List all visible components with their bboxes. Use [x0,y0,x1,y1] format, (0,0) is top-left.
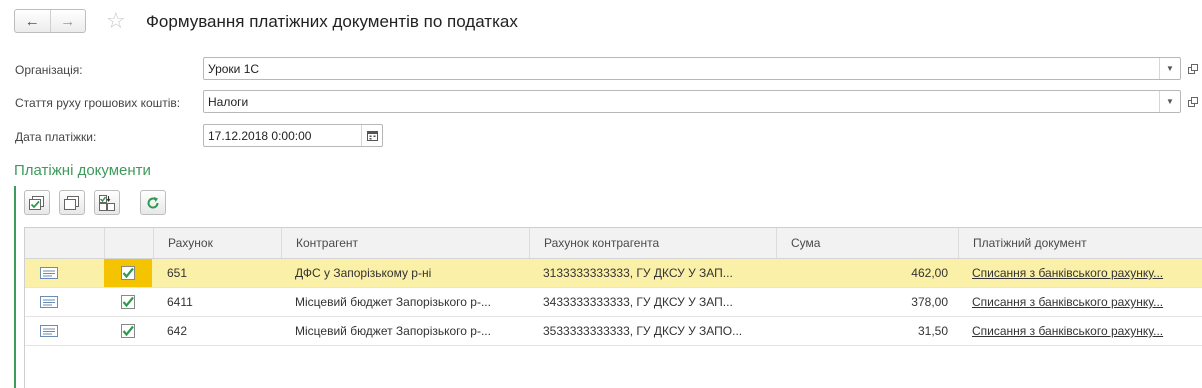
header-counterparty[interactable]: Контрагент [281,228,529,258]
table-row[interactable]: 642 Місцевий бюджет Запорізького р-... 3… [25,317,1202,346]
row-checkbox[interactable] [104,288,152,316]
invert-checks-icon [99,194,115,211]
check-all-button[interactable] [24,190,50,215]
row-checkbox[interactable] [104,317,152,345]
cell-sum: 378,00 [911,295,948,309]
header-counterparty-account[interactable]: Рахунок контрагента [529,228,776,258]
payment-date-value: 17.12.2018 0:00:00 [208,128,312,143]
payment-document-link[interactable]: Списання з банківського рахунку... [958,317,1202,345]
calendar-button[interactable] [361,125,382,146]
dropdown-icon[interactable]: ▼ [1159,58,1180,79]
cell-counterparty-account: 3133333333333, ГУ ДКСУ У ЗАП... [543,266,733,280]
open-organization-button[interactable] [1184,57,1202,80]
cashflow-value: Налоги [208,94,249,109]
header-sum[interactable]: Сума [776,228,958,258]
section-title: Платіжні документи [14,162,151,179]
cell-account: 642 [167,324,188,338]
back-button[interactable]: ← [15,10,50,32]
checkbox-checked-icon [121,266,135,280]
open-cashflow-button[interactable] [1184,90,1202,113]
checkbox-checked-icon [121,295,135,309]
payment-documents-table: Рахунок Контрагент Рахунок контрагента С… [24,227,1202,388]
cashflow-label: Стаття руху грошових коштів: [15,96,181,110]
cell-counterparty: ДФС у Запорізькому р-ні [295,266,432,280]
refresh-button[interactable] [140,190,166,215]
row-checkbox[interactable] [104,259,152,287]
payment-date-field[interactable]: 17.12.2018 0:00:00 [203,124,383,147]
payment-document-link[interactable]: Списання з банківського рахунку... [958,288,1202,316]
uncheck-all-button[interactable] [59,190,85,215]
cell-sum: 462,00 [911,266,948,280]
table-row[interactable]: 651 ДФС у Запорізькому р-ні 313333333333… [25,259,1202,288]
cell-counterparty-account: 3433333333333, ГУ ДКСУ У ЗАП... [543,295,733,309]
cashflow-field[interactable]: Налоги ▼ [203,90,1181,113]
cell-counterparty: Місцевий бюджет Запорізького р-... [295,295,491,309]
open-window-icon [1188,63,1198,74]
checkbox-checked-icon [121,324,135,338]
payment-document-link[interactable]: Списання з банківського рахунку... [958,259,1202,287]
table-row[interactable]: 6411 Місцевий бюджет Запорізького р-... … [25,288,1202,317]
header-payment-document[interactable]: Платіжний документ [958,228,1202,258]
cell-counterparty: Місцевий бюджет Запорізького р-... [295,324,491,338]
document-row-icon [40,325,58,340]
page-title: Формування платіжних документів по подат… [146,12,518,31]
cell-account: 6411 [167,295,193,309]
favorite-star-icon[interactable]: ☆ [106,9,126,33]
arrow-right-icon: → [60,12,76,30]
header-check [104,228,152,258]
cell-sum: 31,50 [917,324,948,338]
payment-date-label: Дата платіжки: [15,130,97,144]
forward-button[interactable]: → [49,10,86,32]
arrow-left-icon: ← [24,12,40,30]
section-divider [14,186,16,388]
check-all-icon [29,195,44,210]
header-account[interactable]: Рахунок [153,228,281,258]
cell-account: 651 [167,266,188,280]
dropdown-icon[interactable]: ▼ [1159,91,1180,112]
nav-buttons: ← → [14,9,86,33]
invert-checks-button[interactable] [94,190,120,215]
cell-counterparty-account: 3533333333333, ГУ ДКСУ У ЗАПО... [543,324,743,338]
table-header: Рахунок Контрагент Рахунок контрагента С… [25,228,1202,259]
organization-label: Організація: [15,63,83,77]
document-row-icon [40,296,58,311]
organization-field[interactable]: Уроки 1С ▼ [203,57,1181,80]
refresh-icon [147,196,159,209]
organization-value: Уроки 1С [208,61,260,76]
document-row-icon [40,267,58,282]
calendar-icon [366,131,378,141]
open-window-icon [1188,96,1198,107]
uncheck-all-icon [64,195,79,210]
